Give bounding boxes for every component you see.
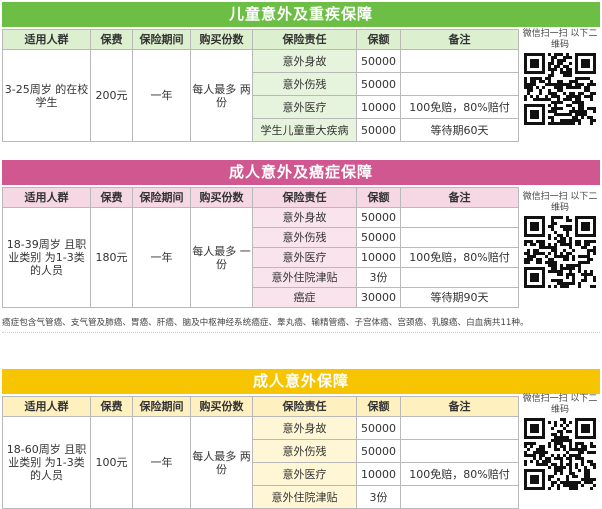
coverage-item: 意外伤残	[252, 227, 357, 248]
coverage-item: 意外住院津贴	[252, 485, 357, 509]
header-cell: 保险期间	[132, 29, 191, 50]
qr-code-icon[interactable]	[524, 216, 596, 288]
premium: 180元	[90, 207, 133, 308]
header-cell: 保险责任	[252, 396, 357, 417]
qr-caption: 微信扫一扫 以下二维码	[522, 394, 598, 415]
coverage-amount: 50000	[356, 439, 401, 463]
coverage-remark	[400, 207, 519, 228]
section-title: 成人意外保障	[2, 369, 600, 394]
coverage-item: 意外住院津贴	[252, 267, 357, 288]
qr-code-icon[interactable]	[524, 53, 596, 125]
children-plan-table: 适用人群 保费 保险期间 购买份数 保险责任 保额 备注 3-25周岁 的在校学…	[2, 29, 519, 142]
insurance-period: 一年	[132, 49, 191, 142]
coverage-remark	[400, 227, 519, 248]
table-row: 18-60周岁 且职业类别 为1-3类的人员 100元 一年 每人最多 两份 意…	[2, 416, 519, 509]
coverage-amount: 10000	[356, 462, 401, 486]
qr-caption: 微信扫一扫 以下二维码	[522, 29, 598, 50]
coverage-remark	[400, 485, 519, 509]
header-cell: 保额	[356, 187, 401, 208]
coverage-amount: 50000	[356, 118, 401, 142]
coverage-remark: 100免赔，80%赔付	[400, 247, 519, 268]
adult-plan-table: 适用人群 保费 保险期间 购买份数 保险责任 保额 备注 18-60周岁 且职业…	[2, 396, 519, 509]
eligible-group: 3-25周岁 的在校学生	[2, 49, 91, 142]
coverage-remark	[400, 267, 519, 288]
header-cell: 保额	[356, 396, 401, 417]
coverage-remark	[400, 72, 519, 96]
header-cell: 保险期间	[132, 396, 191, 417]
children-plan-section: 儿童意外及重疾保障 适用人群 保费 保险期间 购买份数 保险责任 保额 备注 3…	[2, 2, 600, 142]
coverage-item: 意外伤残	[252, 72, 357, 96]
coverage-item: 意外医疗	[252, 462, 357, 486]
coverage-item: 意外身故	[252, 416, 357, 440]
premium: 200元	[90, 49, 133, 142]
header-cell: 备注	[400, 187, 519, 208]
qr-code-block[interactable]: 微信扫一扫 以下二维码	[522, 394, 598, 490]
coverage-item: 学生儿童重大疾病	[252, 118, 357, 142]
header-cell: 备注	[400, 29, 519, 50]
header-cell: 保费	[90, 187, 133, 208]
coverage-item: 癌症	[252, 287, 357, 308]
qr-caption: 微信扫一扫 以下二维码	[522, 192, 598, 213]
header-cell: 保额	[356, 29, 401, 50]
coverage-amount: 50000	[356, 72, 401, 96]
header-cell: 保费	[90, 29, 133, 50]
coverage-amount: 50000	[356, 207, 401, 228]
adult-cancer-plan-table: 适用人群 保费 保险期间 购买份数 保险责任 保额 备注 18-39周岁 且职业…	[2, 187, 519, 308]
header-cell: 保险期间	[132, 187, 191, 208]
section-title: 成人意外及癌症保障	[2, 160, 600, 185]
coverage-remark: 等待期60天	[400, 118, 519, 142]
table-header-row: 适用人群 保费 保险期间 购买份数 保险责任 保额 备注	[2, 29, 519, 50]
coverage-remark	[400, 49, 519, 73]
qr-code-block[interactable]: 微信扫一扫 以下二维码	[522, 29, 598, 125]
section-title: 儿童意外及重疾保障	[2, 2, 600, 27]
coverage-item: 意外身故	[252, 49, 357, 73]
purchase-limit: 每人最多 两份	[190, 416, 253, 509]
coverage-item: 意外医疗	[252, 247, 357, 268]
coverage-remark	[400, 439, 519, 463]
coverage-remark: 100免赔，80%赔付	[400, 462, 519, 486]
header-cell: 保险责任	[252, 187, 357, 208]
coverage-amount: 10000	[356, 247, 401, 268]
coverage-amount: 3份	[356, 485, 401, 509]
cancer-coverage-note: 癌症包含气管癌、支气管及肺癌、胃癌、肝癌、脑及中枢神经系统癌症、睾丸癌、输精管癌…	[2, 313, 600, 333]
coverage-remark	[400, 416, 519, 440]
adult-cancer-plan-section: 成人意外及癌症保障 适用人群 保费 保险期间 购买份数 保险责任 保额 备注 1…	[2, 160, 600, 308]
qr-code-block[interactable]: 微信扫一扫 以下二维码	[522, 192, 598, 288]
adult-plan-section: 成人意外保障 适用人群 保费 保险期间 购买份数 保险责任 保额 备注 18-6…	[2, 369, 600, 509]
header-cell: 适用人群	[2, 29, 91, 50]
header-cell: 购买份数	[190, 187, 253, 208]
coverage-amount: 50000	[356, 49, 401, 73]
coverage-amount: 3份	[356, 267, 401, 288]
eligible-group: 18-60周岁 且职业类别 为1-3类的人员	[2, 416, 91, 509]
coverage-item: 意外伤残	[252, 439, 357, 463]
table-row: 3-25周岁 的在校学生 200元 一年 每人最多 两份 意外身故 50000	[2, 49, 519, 142]
coverage-item: 意外身故	[252, 207, 357, 228]
qr-code-icon[interactable]	[524, 418, 596, 490]
eligible-group: 18-39周岁 且职业类别 为1-3类的人员	[2, 207, 91, 308]
table-header-row: 适用人群 保费 保险期间 购买份数 保险责任 保额 备注	[2, 187, 519, 208]
coverage-amount: 30000	[356, 287, 401, 308]
table-row: 18-39周岁 且职业类别 为1-3类的人员 180元 一年 每人最多 一份 意…	[2, 207, 519, 308]
header-cell: 保费	[90, 396, 133, 417]
coverage-item: 意外医疗	[252, 95, 357, 119]
header-cell: 购买份数	[190, 29, 253, 50]
insurance-period: 一年	[132, 207, 191, 308]
purchase-limit: 每人最多 两份	[190, 49, 253, 142]
coverage-remark: 等待期90天	[400, 287, 519, 308]
header-cell: 适用人群	[2, 396, 91, 417]
coverage-amount: 50000	[356, 227, 401, 248]
table-header-row: 适用人群 保费 保险期间 购买份数 保险责任 保额 备注	[2, 396, 519, 417]
header-cell: 保险责任	[252, 29, 357, 50]
premium: 100元	[90, 416, 133, 509]
coverage-remark: 100免赔，80%赔付	[400, 95, 519, 119]
coverage-amount: 50000	[356, 416, 401, 440]
purchase-limit: 每人最多 一份	[190, 207, 253, 308]
coverage-amount: 10000	[356, 95, 401, 119]
insurance-period: 一年	[132, 416, 191, 509]
header-cell: 购买份数	[190, 396, 253, 417]
header-cell: 适用人群	[2, 187, 91, 208]
header-cell: 备注	[400, 396, 519, 417]
